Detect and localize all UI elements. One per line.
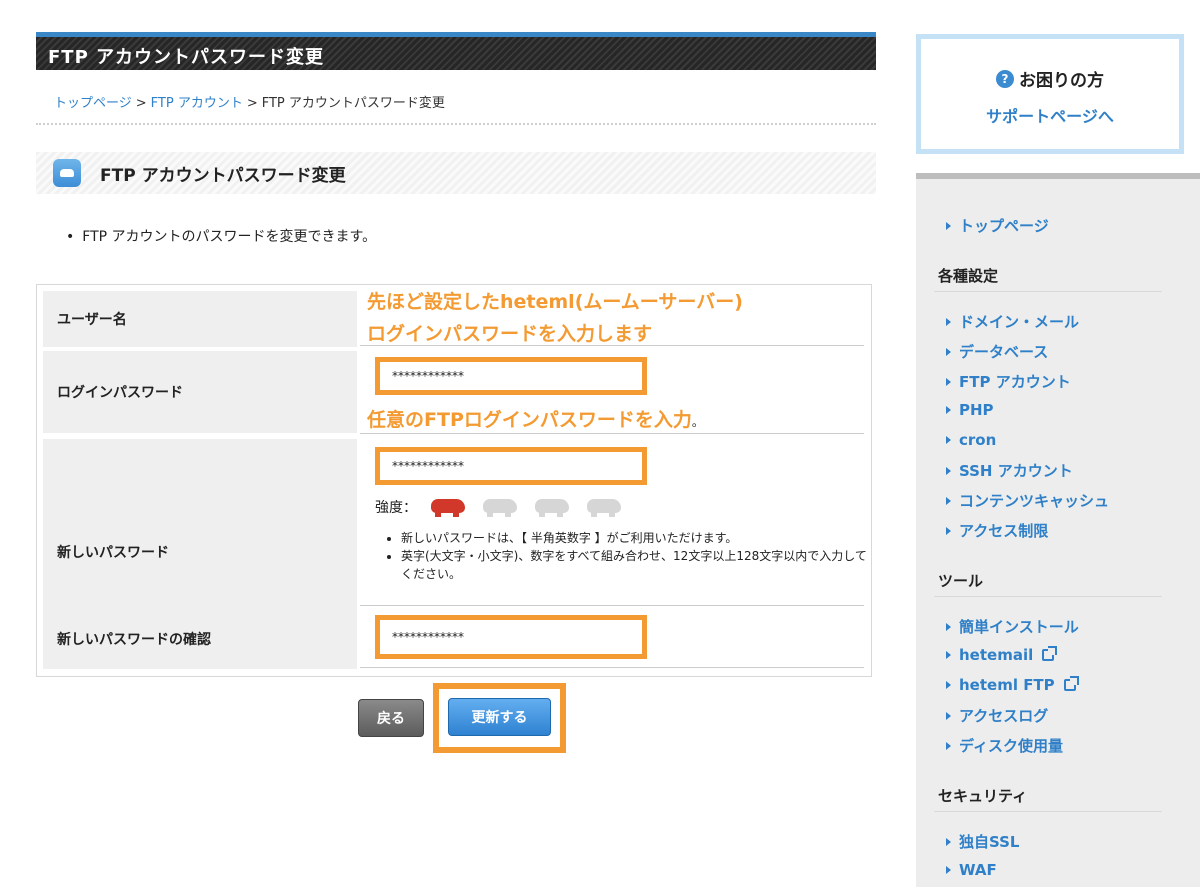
annotation-ftp-password: 任意のFTPログインパスワードを入力。	[367, 405, 704, 432]
sidebar-item-ssl[interactable]: 独自SSL	[946, 831, 1020, 852]
sidebar-heading-settings: 各種設定	[938, 267, 999, 285]
ftp-section-icon	[53, 159, 81, 187]
annotation-login-line1: 先ほど設定したheteml(ムームーサーバー)	[367, 287, 743, 314]
page-title-bar: FTP アカウントパスワード変更	[36, 32, 876, 70]
sidebar-divider	[934, 811, 1162, 812]
main-content: FTP アカウントパスワード変更 トップページ > FTP アカウント > FTP アカ…	[36, 32, 876, 753]
chevron-right-icon	[946, 436, 951, 444]
sidebar-item-access-restriction[interactable]: アクセス制限	[946, 520, 1048, 541]
sidebar-item-cron[interactable]: cron	[946, 431, 996, 449]
row-divider	[360, 433, 864, 434]
login-password-input[interactable]: ************	[375, 357, 647, 395]
divider	[36, 123, 876, 125]
chevron-right-icon	[946, 221, 951, 230]
password-strength-meter: 強度：	[375, 497, 625, 517]
external-link-icon	[1042, 646, 1058, 661]
confirm-password-input[interactable]: ************	[375, 615, 647, 659]
chevron-right-icon	[946, 837, 951, 846]
password-form: ユーザー名 先ほど設定したheteml(ムームーサーバー) ログインパスワードを…	[36, 284, 872, 677]
section-header: FTP アカウントパスワード変更	[36, 152, 876, 194]
sidebar-item-waf[interactable]: WAF	[946, 861, 997, 879]
sidebar-item-domain-mail[interactable]: ドメイン・メール	[946, 311, 1079, 332]
sidebar-item-hetemail[interactable]: hetemail	[946, 646, 1058, 664]
username-label: ユーザー名	[43, 291, 357, 347]
chevron-right-icon	[946, 496, 951, 505]
sidebar-item-ssh-account[interactable]: SSH アカウント	[946, 460, 1073, 481]
strength-indicators	[417, 497, 625, 517]
breadcrumb-current: FTP アカウントパスワード変更	[261, 96, 445, 111]
password-note: 新しいパスワードは、【 半角英数字 】がご利用いただけます。	[401, 529, 871, 547]
new-password-label-bg	[43, 439, 357, 473]
chevron-right-icon	[946, 711, 951, 720]
password-note: 英字(大文字・小文字)、数字をすべて組み合わせ、12文字以上128文字以内で入力…	[401, 547, 871, 583]
strength-label: 強度：	[375, 500, 417, 516]
sidebar-item-heteml-ftp[interactable]: heteml FTP	[946, 676, 1079, 694]
help-title: お困りの方	[1019, 71, 1104, 91]
annotation-login-line2: ログインパスワードを入力します	[367, 319, 653, 346]
update-button-highlight: 更新する	[433, 683, 566, 753]
section-title: FTP アカウントパスワード変更	[100, 165, 346, 186]
strength-hippo-icon	[583, 497, 625, 517]
sidebar-item-access-log[interactable]: アクセスログ	[946, 705, 1048, 726]
row-divider	[360, 667, 864, 668]
chevron-right-icon	[946, 406, 951, 414]
sidebar-divider	[934, 291, 1162, 292]
breadcrumb-separator: >	[246, 96, 258, 111]
chevron-right-icon	[946, 317, 951, 326]
chevron-right-icon	[946, 377, 951, 386]
sidebar-item-top[interactable]: トップページ	[946, 215, 1049, 236]
sidebar-heading-tools: ツール	[938, 572, 984, 590]
update-button[interactable]: 更新する	[448, 698, 551, 736]
description-item: FTP アカウントのパスワードを変更できます。	[66, 226, 376, 246]
support-page-link[interactable]: サポートページへ	[921, 103, 1179, 127]
sidebar-item-content-cache[interactable]: コンテンツキャッシュ	[946, 490, 1109, 511]
login-password-label: ログインパスワード	[43, 351, 357, 433]
breadcrumb-separator: >	[135, 96, 147, 111]
sidebar-item-ftp-account[interactable]: FTP アカウント	[946, 371, 1071, 392]
strength-hippo-icon	[479, 497, 521, 517]
sidebar-item-easy-install[interactable]: 簡単インストール	[946, 616, 1079, 637]
external-link-icon	[1063, 676, 1079, 691]
chevron-right-icon	[946, 466, 951, 475]
chevron-right-icon	[946, 741, 951, 750]
chevron-right-icon	[946, 681, 951, 689]
breadcrumb-ftp-link[interactable]: FTP アカウント	[151, 96, 243, 111]
strength-hippo-icon	[531, 497, 573, 517]
confirm-password-label: 新しいパスワードの確認	[43, 609, 357, 669]
new-password-input[interactable]: ************	[375, 447, 647, 485]
strength-hippo-icon	[427, 497, 469, 517]
chevron-right-icon	[946, 866, 951, 874]
sidebar-divider	[934, 596, 1162, 597]
chevron-right-icon	[946, 622, 951, 631]
sidebar-heading-security: セキュリティ	[938, 787, 1028, 805]
password-notes: 新しいパスワードは、【 半角英数字 】がご利用いただけます。 英字(大文字・小文…	[387, 529, 871, 583]
sidebar-item-database[interactable]: データベース	[946, 341, 1048, 362]
breadcrumb-home-link[interactable]: トップページ	[54, 96, 132, 111]
page-title: FTP アカウントパスワード変更	[48, 47, 325, 68]
help-box: ? お困りの方 サポートページへ	[916, 34, 1184, 154]
chevron-right-icon	[946, 347, 951, 356]
back-button[interactable]: 戻る	[358, 699, 424, 737]
breadcrumb: トップページ > FTP アカウント > FTP アカウントパスワード変更	[54, 92, 445, 111]
sidebar: トップページ 各種設定 ドメイン・メール データベース FTP アカウント PH…	[916, 173, 1200, 887]
sidebar-item-php[interactable]: PHP	[946, 401, 994, 419]
help-title-row: ? お困りの方	[921, 66, 1179, 91]
question-icon: ?	[996, 69, 1014, 88]
chevron-right-icon	[946, 526, 951, 535]
chevron-right-icon	[946, 651, 951, 659]
row-divider	[360, 605, 864, 606]
sidebar-item-disk-usage[interactable]: ディスク使用量	[946, 735, 1063, 756]
row-divider	[360, 345, 864, 346]
